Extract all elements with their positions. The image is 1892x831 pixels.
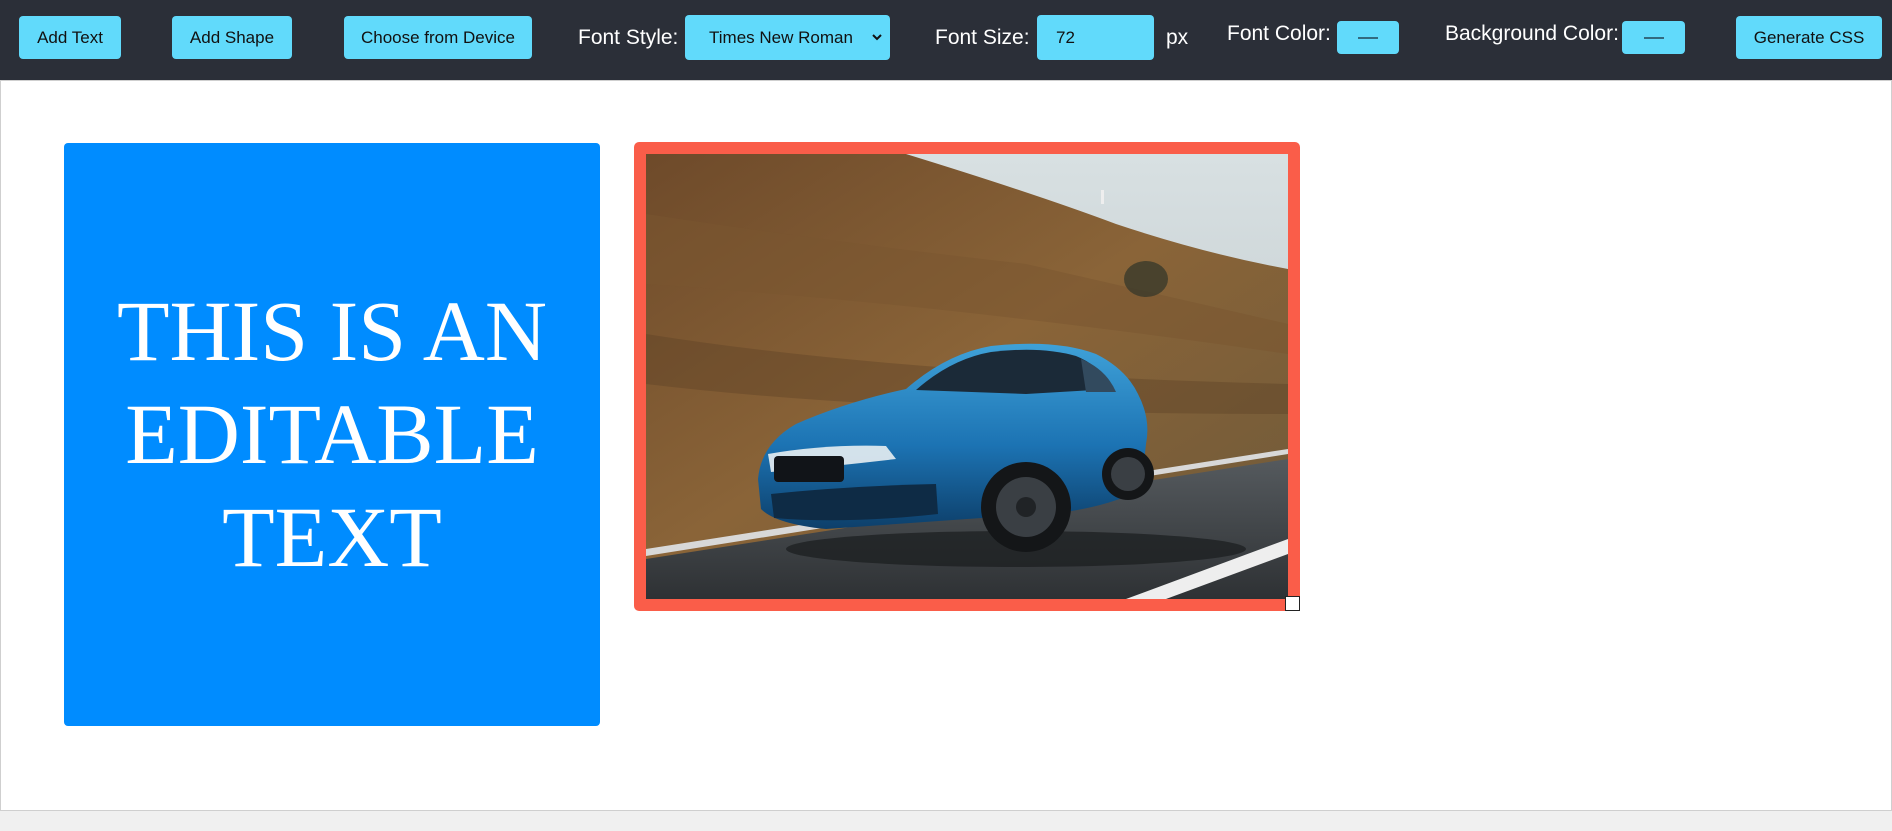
blue-car-photo-icon bbox=[646, 154, 1288, 599]
font-style-select[interactable]: Times New Roman bbox=[685, 15, 890, 60]
font-style-label: Font Style: bbox=[578, 26, 679, 49]
generate-css-button[interactable]: Generate CSS bbox=[1736, 16, 1882, 59]
background-color-picker[interactable] bbox=[1622, 21, 1685, 54]
add-text-button[interactable]: Add Text bbox=[19, 16, 121, 59]
font-size-label: Font Size: bbox=[935, 26, 1030, 49]
choose-from-device-button[interactable]: Choose from Device bbox=[344, 16, 532, 59]
car-image bbox=[646, 154, 1288, 599]
add-shape-button[interactable]: Add Shape bbox=[172, 16, 292, 59]
font-color-label: Font Color: bbox=[1227, 22, 1331, 45]
font-size-unit: px bbox=[1166, 26, 1189, 49]
font-style-value: Times New Roman bbox=[709, 27, 853, 47]
editable-text[interactable]: THIS IS AN EDITABLE TEXT bbox=[92, 280, 572, 589]
editable-text-element[interactable]: THIS IS AN EDITABLE TEXT bbox=[64, 143, 600, 726]
background-color-label: Background Color: bbox=[1445, 22, 1619, 45]
font-color-picker[interactable] bbox=[1337, 21, 1399, 54]
image-element[interactable] bbox=[634, 142, 1300, 611]
font-size-value: 72 bbox=[1056, 27, 1075, 47]
toolbar: Add Text Add Shape Choose from Device Fo… bbox=[0, 0, 1892, 80]
chevron-down-icon bbox=[872, 34, 882, 41]
font-size-input[interactable]: 72 bbox=[1037, 15, 1154, 60]
color-swatch-icon bbox=[1643, 36, 1664, 39]
color-swatch-icon bbox=[1358, 36, 1378, 39]
resize-handle[interactable] bbox=[1285, 596, 1300, 611]
